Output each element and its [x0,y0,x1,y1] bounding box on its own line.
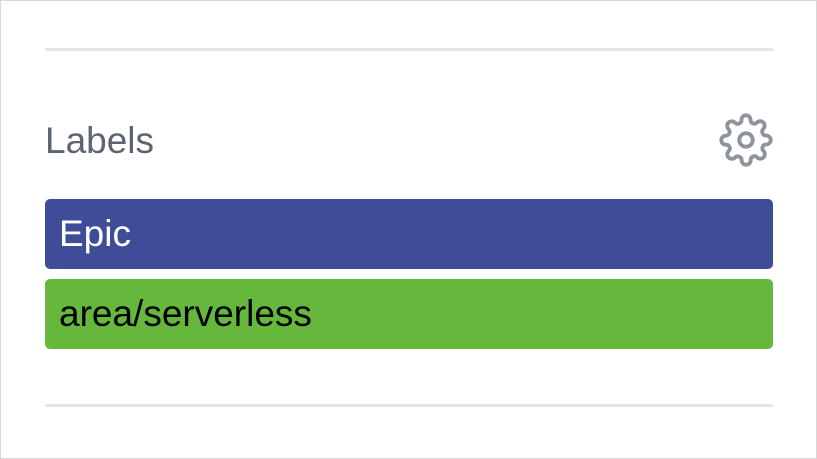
gear-icon[interactable] [719,113,773,167]
label-chip-text: Epic [59,213,131,254]
labels-list: Epic area/serverless [45,199,773,359]
labels-panel: Labels Epic area/serverless [0,0,817,459]
top-divider [45,48,773,51]
label-chip-text: area/serverless [59,293,312,334]
labels-section-header: Labels [45,113,773,169]
label-chip[interactable]: Epic [45,199,773,269]
bottom-divider [45,404,773,407]
label-chip[interactable]: area/serverless [45,279,773,349]
labels-title: Labels [45,120,155,161]
